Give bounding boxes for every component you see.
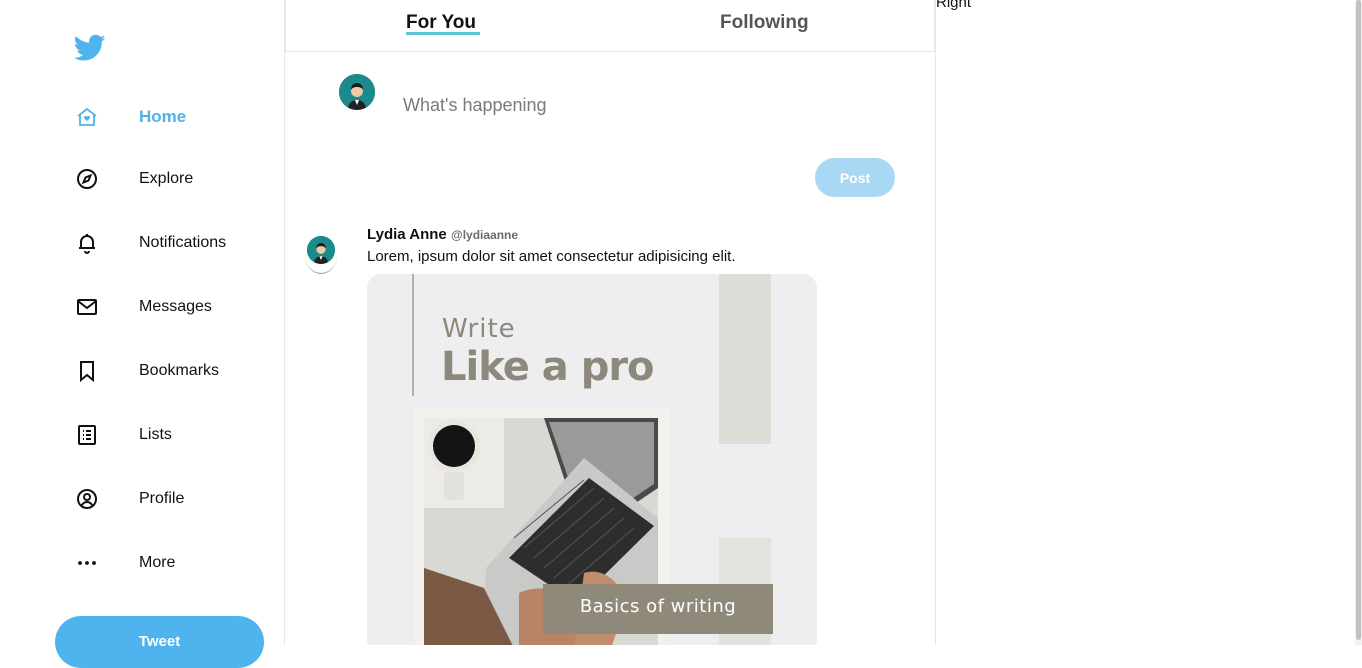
compose-input[interactable]: [403, 88, 883, 122]
tweet-text: Lorem, ipsum dolor sit amet consectetur …: [367, 248, 736, 265]
envelope-icon: [74, 294, 100, 320]
nav-item-bookmarks[interactable]: Bookmarks: [74, 353, 274, 389]
right-sidebar-label: Right: [936, 0, 972, 11]
nav-item-home[interactable]: Home: [74, 99, 274, 135]
nav-label-explore: Explore: [139, 170, 194, 187]
image-text-write: Write: [442, 314, 516, 344]
nav-label-lists: Lists: [139, 426, 172, 443]
nav-label-notifications: Notifications: [139, 234, 227, 251]
tweet-author-handle[interactable]: @lydiaanne: [451, 228, 518, 242]
home-icon: [74, 104, 100, 130]
nav-label-messages: Messages: [139, 298, 212, 315]
nav-label-profile: Profile: [139, 490, 185, 507]
avatar[interactable]: [339, 74, 375, 110]
left-sidebar: Home Explore Notifications Messages Book…: [0, 0, 285, 668]
bookmark-icon: [74, 358, 100, 384]
tweet-button[interactable]: Tweet: [55, 616, 264, 668]
nav-label-bookmarks: Bookmarks: [139, 362, 220, 379]
active-tab-indicator: [406, 32, 480, 35]
nav-item-notifications[interactable]: Notifications: [74, 225, 274, 261]
scrollbar-thumb[interactable]: [1356, 0, 1361, 640]
user-circle-icon: [74, 486, 100, 512]
nav-label-more: More: [139, 554, 176, 571]
tape-decoration: [719, 274, 771, 444]
nav-item-lists[interactable]: Lists: [74, 417, 274, 453]
twitter-bird-icon[interactable]: [73, 34, 106, 62]
tab-following[interactable]: Following: [720, 12, 809, 34]
right-sidebar: Right: [936, 0, 971, 11]
avatar[interactable]: [307, 236, 335, 264]
tweet-image[interactable]: Write Like a pro Basics of writing: [367, 274, 817, 645]
more-dots-icon: [74, 550, 100, 576]
compass-icon: [74, 166, 100, 192]
tab-for-you[interactable]: For You: [406, 12, 476, 34]
image-text-headline: Like a pro: [441, 344, 655, 390]
nav-label-home: Home: [139, 107, 187, 126]
nav-item-messages[interactable]: Messages: [74, 289, 274, 325]
divider: [412, 274, 414, 396]
feed-tabs: For You Following: [285, 0, 935, 52]
tweet-author-name[interactable]: Lydia Anne: [367, 226, 447, 243]
nav-item-more[interactable]: More: [74, 545, 274, 581]
post-button[interactable]: Post: [815, 158, 895, 197]
main-feed: For You Following Post Lydia Anne @lydia…: [285, 0, 936, 645]
bell-icon: [74, 230, 100, 256]
list-icon: [74, 422, 100, 448]
nav-item-profile[interactable]: Profile: [74, 481, 274, 517]
image-caption: Basics of writing: [543, 584, 773, 634]
nav-item-explore[interactable]: Explore: [74, 161, 274, 197]
